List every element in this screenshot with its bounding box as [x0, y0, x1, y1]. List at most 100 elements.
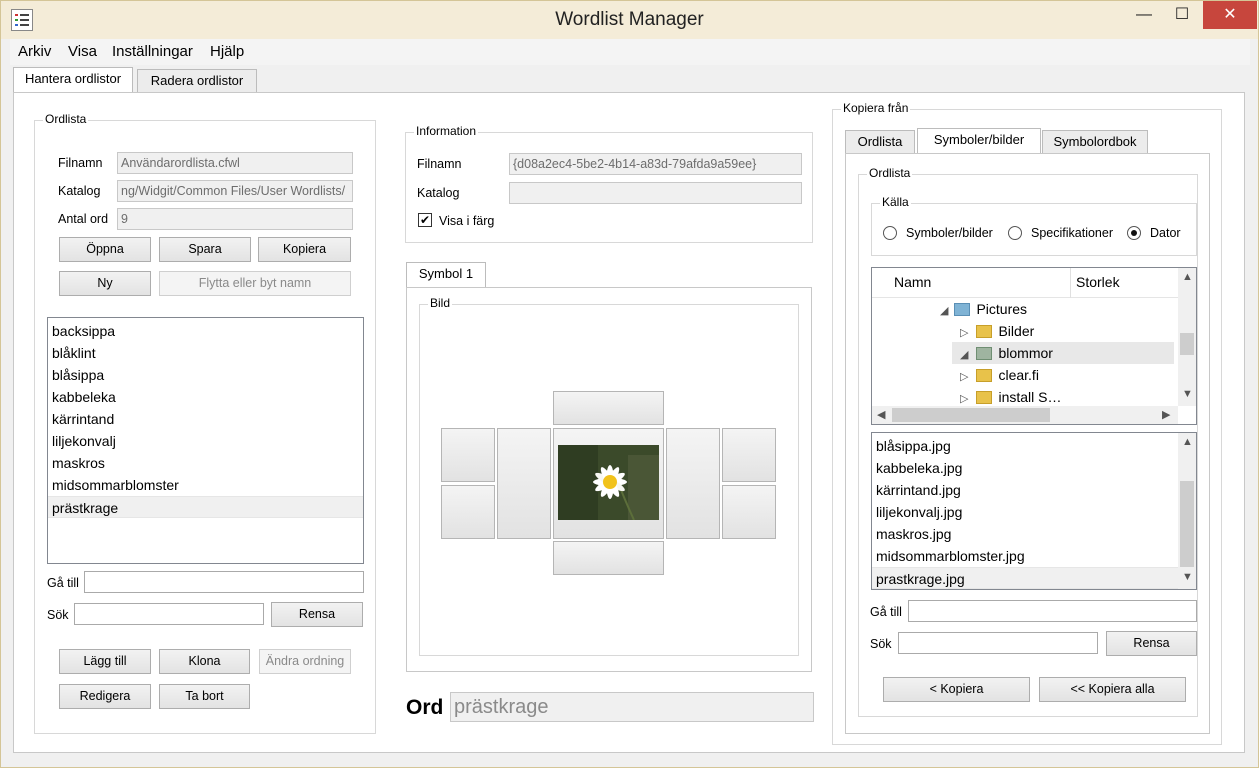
tree-vertical-scrollbar[interactable]: ▲ ▼: [1178, 268, 1196, 406]
menu-visa[interactable]: Visa: [68, 43, 97, 60]
symbol-cell-center[interactable]: [553, 428, 664, 539]
open-button[interactable]: Öppna: [59, 237, 151, 262]
tree-hscroll-thumb[interactable]: [892, 408, 1050, 422]
symbol-cell-left-top[interactable]: [441, 428, 495, 482]
symbol-cell-top[interactable]: [553, 391, 664, 425]
list-item[interactable]: kärrintand: [48, 408, 363, 430]
main-content: Hantera ordlistor Radera ordlistor Ordli…: [10, 65, 1250, 757]
column-divider[interactable]: [1070, 268, 1071, 298]
file-list[interactable]: blåsippa.jpg kabbeleka.jpg kärrintand.jp…: [871, 432, 1197, 590]
info-filnamn-field[interactable]: {d08a2ec4-5be2-4b14-a83d-79afda9a59ee}: [509, 153, 802, 175]
tree-node-install[interactable]: ▷ install S…: [960, 386, 1062, 408]
list-item[interactable]: backsippa: [48, 320, 363, 342]
tree-horizontal-scrollbar[interactable]: ◀ ▶: [872, 406, 1178, 424]
move-rename-button[interactable]: Flytta eller byt namn: [159, 271, 351, 296]
copy-all-button[interactable]: << Kopiera alla: [1039, 677, 1186, 702]
symbol-cell-right-bottom[interactable]: [722, 485, 776, 539]
clone-button[interactable]: Klona: [159, 649, 250, 674]
file-item[interactable]: midsommarblomster.jpg: [872, 545, 1178, 567]
collapsed-arrow-icon[interactable]: ▷: [960, 393, 968, 405]
folder-tree[interactable]: Namn Storlek ◢ Pictures ▷ Bilder ◢ blommor …: [871, 267, 1197, 425]
copy-button[interactable]: Kopiera: [258, 237, 351, 262]
tree-header-name[interactable]: Namn: [894, 274, 931, 290]
tab-copy-ordlista[interactable]: Ordlista: [845, 130, 915, 154]
scroll-right-icon[interactable]: ▶: [1162, 408, 1170, 421]
list-item[interactable]: kabbeleka: [48, 386, 363, 408]
symbol-cell-right-top[interactable]: [722, 428, 776, 482]
expanded-arrow-icon[interactable]: ◢: [960, 349, 968, 361]
tree-scroll-thumb[interactable]: [1180, 333, 1194, 355]
scroll-up-icon[interactable]: ▲: [1182, 271, 1193, 283]
add-word-button[interactable]: Lägg till: [59, 649, 151, 674]
file-list-scrollbar[interactable]: ▲ ▼: [1178, 433, 1196, 589]
tab-copy-symbolordbok[interactable]: Symbolordbok: [1042, 130, 1148, 154]
close-button[interactable]: ✕: [1203, 1, 1257, 29]
collapsed-arrow-icon[interactable]: ▷: [960, 371, 968, 383]
tab-copy-symboler[interactable]: Symboler/bilder: [917, 128, 1041, 154]
list-item[interactable]: midsommarblomster: [48, 474, 363, 496]
symbol-cell-left-bottom[interactable]: [441, 485, 495, 539]
file-item[interactable]: blåsippa.jpg: [872, 435, 1178, 457]
file-scroll-thumb[interactable]: [1180, 481, 1194, 567]
katalog-field[interactable]: ng/Widgit/Common Files/User Wordlists/: [117, 180, 353, 202]
save-button[interactable]: Spara: [159, 237, 251, 262]
scroll-down-icon[interactable]: ▼: [1182, 571, 1193, 583]
search-input[interactable]: [74, 603, 264, 625]
collapsed-arrow-icon[interactable]: ▷: [960, 327, 968, 339]
tab-hantera-ordlistor[interactable]: Hantera ordlistor: [13, 67, 133, 93]
scroll-up-icon[interactable]: ▲: [1182, 436, 1193, 448]
radio-symboler[interactable]: [883, 226, 897, 240]
expanded-arrow-icon[interactable]: ◢: [940, 305, 948, 317]
tree-node-clearfi[interactable]: ▷ clear.fi: [960, 364, 1039, 386]
file-item[interactable]: kabbeleka.jpg: [872, 457, 1178, 479]
edit-button[interactable]: Redigera: [59, 684, 151, 709]
katalog-label: Katalog: [58, 184, 101, 198]
tree-node-bilder[interactable]: ▷ Bilder: [960, 320, 1034, 342]
filnamn-field[interactable]: Användarordlista.cfwl: [117, 152, 353, 174]
menu-hjalp[interactable]: Hjälp: [210, 43, 244, 60]
menu-bar: Arkiv Visa Inställningar Hjälp: [10, 39, 1250, 65]
maximize-button[interactable]: ☐: [1163, 1, 1201, 29]
scroll-down-icon[interactable]: ▼: [1182, 388, 1193, 400]
word-field[interactable]: prästkrage: [450, 692, 814, 722]
copy-tab-page: Ordlista Källa Symboler/bilder Specifika…: [845, 153, 1210, 734]
tree-node-pictures[interactable]: ◢ Pictures: [940, 298, 1027, 320]
list-item[interactable]: blåklint: [48, 342, 363, 364]
reorder-button[interactable]: Ändra ordning: [259, 649, 351, 674]
scroll-left-icon[interactable]: ◀: [877, 408, 885, 421]
copy-clear-button[interactable]: Rensa: [1106, 631, 1197, 656]
info-katalog-field[interactable]: [509, 182, 802, 204]
menu-arkiv[interactable]: Arkiv: [18, 43, 51, 60]
copy-goto-input[interactable]: [908, 600, 1197, 622]
radio-specifikationer[interactable]: [1008, 226, 1022, 240]
radio-symboler-label: Symboler/bilder: [906, 226, 993, 240]
symbol-cell-right[interactable]: [666, 428, 720, 539]
antal-ord-field[interactable]: 9: [117, 208, 353, 230]
color-checkbox[interactable]: ✔: [418, 213, 432, 227]
minimize-button[interactable]: —: [1125, 1, 1163, 29]
tree-node-blommor[interactable]: ◢ blommor: [952, 342, 1174, 364]
word-list[interactable]: backsippa blåklint blåsippa kabbeleka kä…: [47, 317, 364, 564]
delete-button[interactable]: Ta bort: [159, 684, 250, 709]
file-item-selected[interactable]: prastkrage.jpg: [872, 567, 1178, 589]
copy-selected-button[interactable]: < Kopiera: [883, 677, 1030, 702]
goto-input[interactable]: [84, 571, 364, 593]
list-item[interactable]: maskros: [48, 452, 363, 474]
tab-symbol-1[interactable]: Symbol 1: [406, 262, 486, 288]
file-item[interactable]: liljekonvalj.jpg: [872, 501, 1178, 523]
list-item[interactable]: liljekonvalj: [48, 430, 363, 452]
symbol-cell-bottom[interactable]: [553, 541, 664, 575]
menu-installningar[interactable]: Inställningar: [112, 43, 193, 60]
new-button[interactable]: Ny: [59, 271, 151, 296]
tree-header-size[interactable]: Storlek: [1076, 274, 1120, 290]
tree-header: Namn Storlek: [872, 268, 1178, 298]
clear-search-button[interactable]: Rensa: [271, 602, 363, 627]
file-item[interactable]: maskros.jpg: [872, 523, 1178, 545]
tab-radera-ordlistor[interactable]: Radera ordlistor: [137, 69, 257, 93]
list-item[interactable]: blåsippa: [48, 364, 363, 386]
list-item-selected[interactable]: prästkrage: [48, 496, 363, 518]
copy-search-input[interactable]: [898, 632, 1098, 654]
file-item[interactable]: kärrintand.jpg: [872, 479, 1178, 501]
symbol-cell-left[interactable]: [497, 428, 551, 539]
radio-dator[interactable]: [1127, 226, 1141, 240]
